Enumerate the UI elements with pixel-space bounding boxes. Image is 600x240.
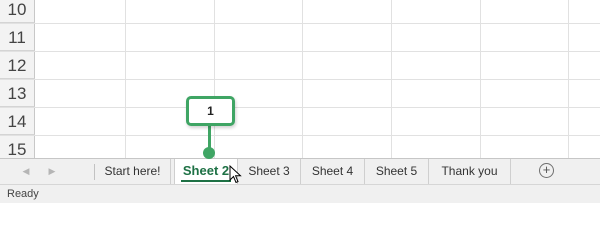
row-header[interactable]: 11	[0, 24, 35, 51]
row-header[interactable]: 10	[0, 0, 35, 23]
grid-row[interactable]: 14	[0, 108, 600, 136]
grid-row[interactable]: 15	[0, 136, 600, 158]
plus-circle-icon[interactable]: +	[539, 163, 554, 178]
row-header[interactable]: 14	[0, 108, 35, 135]
grid-row[interactable]: 10	[0, 0, 600, 24]
row-header[interactable]: 13	[0, 80, 35, 107]
tab-thank-you[interactable]: Thank you	[429, 159, 511, 184]
status-bar: Ready	[0, 184, 600, 203]
spreadsheet-grid[interactable]: 10 11 12 13 14 15	[0, 0, 600, 158]
grid-row[interactable]: 11	[0, 24, 600, 52]
row-header[interactable]: 12	[0, 52, 35, 79]
row-header[interactable]: 15	[0, 136, 35, 158]
status-text: Ready	[7, 188, 39, 200]
tab-start-here[interactable]: Start here!	[95, 159, 171, 184]
mouse-pointer-icon	[229, 165, 242, 184]
triangle-right-icon[interactable]: ▶	[42, 159, 62, 185]
triangle-left-icon[interactable]: ◀	[16, 159, 36, 185]
grid-row[interactable]: 13	[0, 80, 600, 108]
grid-row[interactable]: 12	[0, 52, 600, 80]
tab-sheet-3[interactable]: Sheet 3	[238, 159, 301, 184]
tab-sheet-4[interactable]: Sheet 4	[301, 159, 365, 184]
callout-dot	[203, 147, 215, 159]
sheet-tab-bar: ◀ ▶ Start here! Sheet 2 Sheet 3 Sheet 4 …	[0, 158, 600, 184]
step-callout: 1	[186, 96, 235, 126]
tab-sheet-5[interactable]: Sheet 5	[365, 159, 429, 184]
